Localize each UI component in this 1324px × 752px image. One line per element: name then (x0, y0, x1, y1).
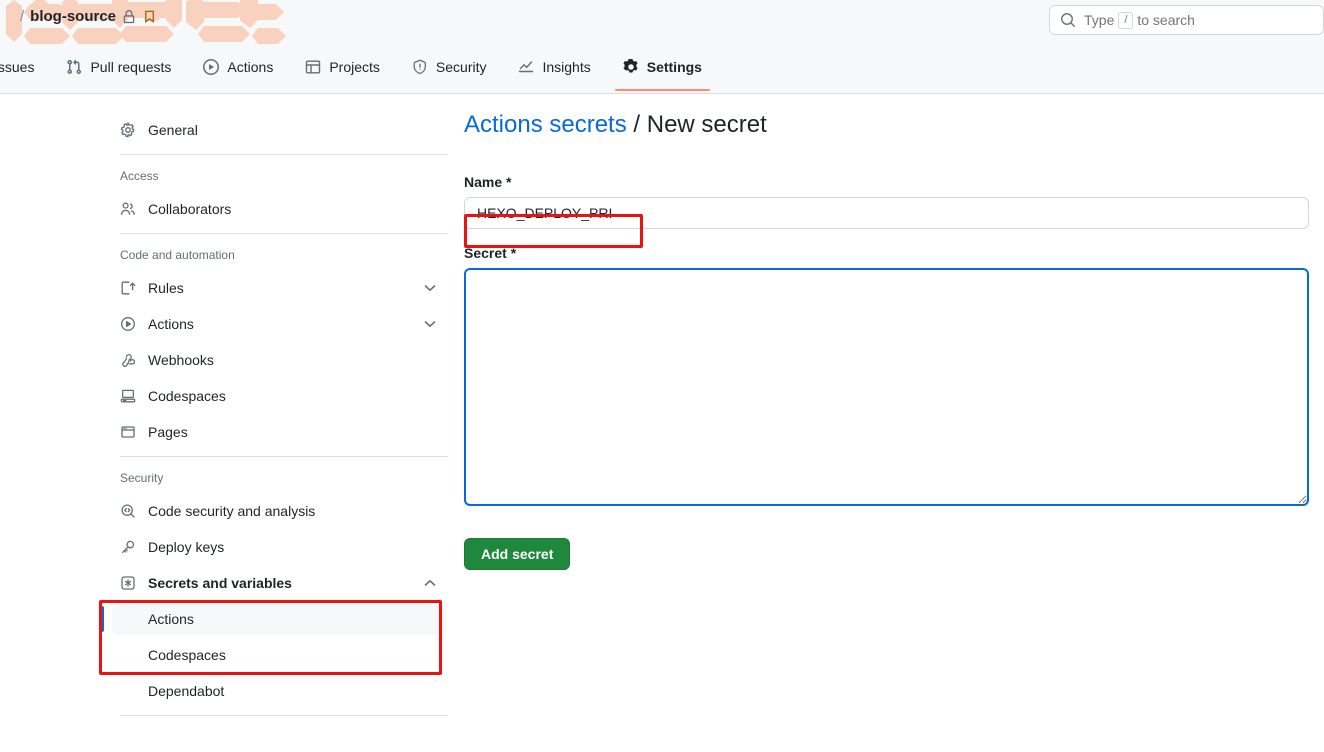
sidebar-item-webhooks[interactable]: Webhooks (112, 344, 446, 376)
nav-tab-issues-label: Issues (0, 59, 35, 75)
people-icon (120, 201, 136, 217)
sidebar-item-deploy-keys[interactable]: Deploy keys (112, 531, 446, 563)
codespaces-icon (120, 388, 136, 404)
sidebar-item-webhooks-label: Webhooks (148, 352, 214, 368)
settings-sidebar: General Access Collaborators Code and au… (0, 110, 448, 752)
sidebar-heading-code-and-automation: Code and automation (120, 248, 235, 262)
name-field-label: Name * (464, 174, 512, 190)
nav-tab-actions-label: Actions (227, 59, 274, 75)
play-icon (203, 59, 220, 75)
sidebar-divider-3 (120, 456, 448, 457)
name-field-group: Name * (464, 174, 1309, 229)
nav-tab-pull-requests[interactable]: Pull requests (50, 43, 187, 91)
code-search-icon (120, 503, 136, 519)
breadcrumb-actions-secrets-link[interactable]: Actions secrets (464, 111, 627, 138)
repo-name-link[interactable]: blog-source (30, 8, 116, 25)
nav-tab-projects-label: Projects (329, 59, 380, 75)
sidebar-item-secrets-and-variables-label: Secrets and variables (148, 575, 292, 591)
main-content: Actions secrets / New secret Name * Secr… (448, 110, 1324, 752)
sidebar-item-deploy-keys-label: Deploy keys (148, 539, 225, 555)
nav-tab-projects[interactable]: Projects (289, 43, 396, 91)
nav-tab-issues[interactable]: Issues (0, 43, 50, 91)
sidebar-divider-2 (120, 233, 448, 234)
repo-breadcrumb: / blog-source (20, 8, 157, 25)
repo-nav: Issues Pull requests Actions (0, 43, 1324, 94)
gear-icon (623, 59, 639, 75)
sidebar-divider-4 (120, 715, 448, 716)
secret-name-input[interactable] (464, 197, 1309, 229)
page-body: General Access Collaborators Code and au… (0, 94, 1324, 752)
nav-tab-insights[interactable]: Insights (502, 43, 606, 91)
sidebar-subitem-actions[interactable]: Actions (100, 603, 446, 635)
add-secret-button[interactable]: Add secret (464, 538, 571, 570)
rules-icon (120, 280, 136, 296)
sidebar-divider-1 (120, 154, 448, 155)
page-title: Actions secrets / New secret (464, 110, 1309, 140)
browser-icon (120, 424, 136, 440)
breadcrumb-slash: / (20, 8, 25, 25)
sidebar-item-code-security-and-analysis[interactable]: Code security and analysis (112, 495, 446, 527)
repo-nav-list: Issues Pull requests Actions (0, 43, 718, 91)
sidebar-item-pages[interactable]: Pages (112, 416, 446, 448)
sidebar-item-collaborators[interactable]: Collaborators (112, 193, 446, 225)
sidebar-item-rules-label: Rules (148, 280, 184, 296)
search-placeholder-prefix: Type (1084, 12, 1115, 28)
nav-tab-insights-label: Insights (542, 59, 591, 75)
nav-tab-security[interactable]: Security (396, 43, 503, 91)
secret-field-group: Secret * (464, 245, 1309, 506)
git-pull-request-icon (66, 59, 82, 75)
nav-tab-pull-requests-label: Pull requests (90, 59, 172, 75)
asterisk-icon (120, 575, 136, 591)
sidebar-subitem-dependabot-label: Dependabot (148, 683, 225, 699)
nav-tab-settings-label: Settings (646, 59, 702, 75)
nav-tab-settings[interactable]: Settings (607, 43, 718, 91)
sidebar-item-codespaces[interactable]: Codespaces (112, 380, 446, 412)
shield-icon (412, 59, 428, 75)
breadcrumb-current: New secret (646, 111, 767, 138)
sidebar-item-actions-label: Actions (148, 316, 194, 332)
nav-tab-security-label: Security (435, 59, 487, 75)
sidebar-subitem-codespaces[interactable]: Codespaces (112, 639, 446, 671)
search-icon (1060, 12, 1076, 28)
sidebar-item-codespaces-label: Codespaces (148, 388, 226, 404)
play-icon (120, 316, 136, 332)
secret-field-label: Secret * (464, 245, 517, 261)
secret-value-textarea[interactable] (464, 268, 1309, 506)
graph-icon (518, 59, 534, 75)
page-header: / blog-source Type / to search (0, 0, 1324, 44)
table-icon (305, 59, 321, 75)
search-placeholder-suffix: to search (1137, 12, 1195, 28)
chevron-up-icon[interactable] (422, 575, 438, 591)
webhook-icon (120, 352, 136, 368)
sidebar-heading-access: Access (120, 169, 159, 183)
search-box[interactable]: Type / to search (1049, 5, 1324, 35)
sidebar-item-collaborators-label: Collaborators (148, 201, 232, 217)
breadcrumb-separator: / (633, 111, 641, 138)
sidebar-subitem-codespaces-label: Codespaces (148, 647, 226, 663)
sidebar-item-rules[interactable]: Rules (112, 272, 446, 304)
sidebar-item-actions[interactable]: Actions (112, 308, 446, 340)
key-icon (120, 539, 136, 555)
lock-icon (122, 9, 136, 24)
chevron-down-icon[interactable] (422, 280, 438, 296)
search-placeholder: Type / to search (1084, 11, 1195, 29)
sidebar-item-code-security-and-analysis-label: Code security and analysis (148, 503, 316, 519)
sidebar-item-general[interactable]: General (112, 114, 446, 146)
sidebar-heading-security: Security (120, 471, 164, 485)
bookmark-icon[interactable] (142, 9, 157, 24)
sidebar-subitem-actions-label: Actions (148, 611, 194, 627)
sidebar-subitem-dependabot[interactable]: Dependabot (112, 675, 446, 707)
sidebar-item-general-label: General (148, 122, 198, 138)
chevron-down-icon[interactable] (422, 316, 438, 332)
gear-icon (120, 122, 136, 138)
nav-tab-actions[interactable]: Actions (187, 43, 289, 91)
search-slash-key: / (1118, 11, 1134, 29)
sidebar-item-pages-label: Pages (148, 424, 188, 440)
sidebar-item-secrets-and-variables[interactable]: Secrets and variables (112, 567, 446, 599)
